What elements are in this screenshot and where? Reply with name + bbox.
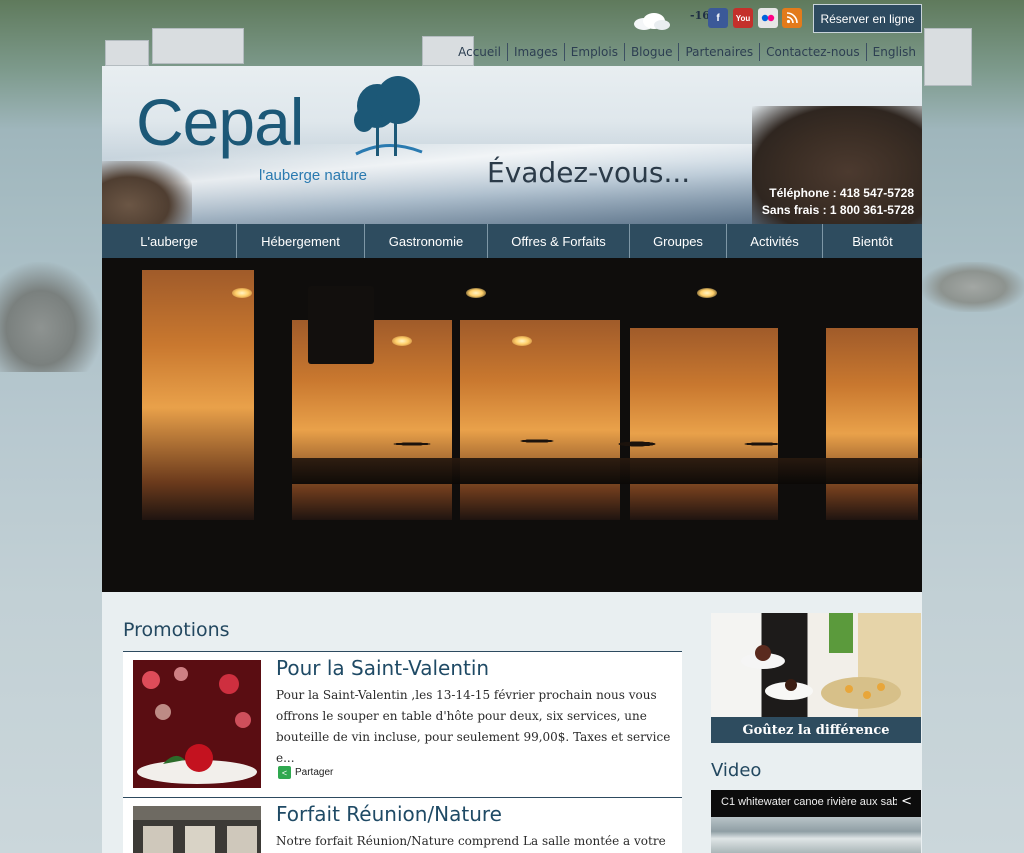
topnav-blogue[interactable]: Blogue — [623, 43, 679, 61]
promo-title[interactable]: Forfait Réunion/Nature — [276, 802, 502, 826]
logo-wordmark[interactable]: Cepal — [136, 84, 304, 160]
nav-activites[interactable]: Activités — [726, 224, 822, 258]
video-heading: Video — [711, 760, 762, 781]
phone-number: Téléphone : 418 547-5728 — [769, 186, 914, 200]
hero-light — [466, 288, 486, 298]
promo-text: Pour la Saint-Valentin ,les 13-14-15 fév… — [276, 688, 671, 765]
banner-rock-left — [102, 161, 192, 224]
hero-light — [512, 336, 532, 346]
header-banner: Cepal l'auberge nature Évadez-vous... Té… — [102, 66, 922, 224]
logo-tagline: l'auberge nature — [259, 167, 367, 184]
hero-light — [392, 336, 412, 346]
video-thumbnail — [711, 817, 921, 853]
nav-offres-forfaits[interactable]: Offres & Forfaits — [487, 224, 629, 258]
nav-auberge[interactable]: L'auberge — [102, 224, 236, 258]
nav-groupes[interactable]: Groupes — [629, 224, 726, 258]
hero-light — [232, 288, 252, 298]
nav-gastronomie[interactable]: Gastronomie — [364, 224, 487, 258]
weather-cloud-icon — [634, 13, 670, 30]
gouter-caption: Goûtez la différence — [711, 717, 921, 743]
promo-text: Notre forfait Réunion/Nature comprend La… — [276, 834, 666, 848]
youtube-icon[interactable]: You — [733, 8, 753, 28]
video-label: C1 whitewater canoe rivière aux sables — [721, 796, 897, 808]
facebook-icon[interactable]: f — [708, 8, 728, 28]
hero-light — [697, 288, 717, 298]
promo-title[interactable]: Pour la Saint-Valentin — [276, 656, 489, 680]
topnav-partenaires[interactable]: Partenaires — [678, 43, 759, 61]
toll-free-number: Sans frais : 1 800 361-5728 — [761, 203, 914, 217]
reserve-online-button[interactable]: Réserver en ligne — [813, 4, 922, 33]
flickr-icon[interactable] — [758, 8, 778, 28]
promo-card: Pour la Saint-Valentin Pour la Saint-Val… — [123, 651, 682, 797]
gouter-photo — [711, 613, 921, 717]
nav-bientot[interactable]: Bientôt — [822, 224, 922, 258]
promotions-heading: Promotions — [123, 619, 230, 641]
main-navigation: L'auberge Hébergement Gastronomie Offres… — [102, 224, 922, 258]
hero-speaker — [308, 286, 374, 364]
topnav-images[interactable]: Images — [506, 43, 564, 61]
hero-window — [142, 270, 254, 520]
topnav-accueil[interactable]: Accueil — [452, 43, 507, 61]
logo-tree-icon — [354, 76, 423, 156]
banner-tagline: Évadez-vous... — [487, 156, 691, 189]
topnav-english[interactable]: English — [865, 43, 922, 61]
background-rocks-right — [922, 262, 1024, 312]
promo-card: Forfait Réunion/Nature Notre forfait Réu… — [123, 797, 682, 853]
gouter-promo[interactable]: Goûtez la différence — [711, 613, 921, 743]
promo-thumbnail[interactable] — [133, 806, 261, 853]
temperature-value: -16 — [690, 9, 710, 22]
share-label: Partager — [295, 767, 334, 778]
hero-slideshow[interactable] — [102, 258, 922, 592]
video-share-icon[interactable]: < — [901, 794, 912, 809]
hero-table — [292, 458, 922, 484]
promo-thumbnail[interactable] — [133, 660, 261, 788]
topnav-emplois[interactable]: Emplois — [563, 43, 624, 61]
top-navigation: Accueil Images Emplois Blogue Partenaire… — [452, 43, 922, 61]
background-rocks-left — [0, 262, 102, 372]
topnav-contact[interactable]: Contactez-nous — [759, 43, 866, 61]
video-player[interactable]: C1 whitewater canoe rivière aux sables < — [711, 790, 921, 853]
share-icon: < — [278, 766, 291, 779]
rss-icon[interactable] — [782, 8, 802, 28]
top-bar: -16 f You Réserver en ligne Accueil Imag… — [0, 0, 1024, 66]
nav-hebergement[interactable]: Hébergement — [236, 224, 364, 258]
share-button[interactable]: < Partager — [278, 766, 333, 779]
contact-phone: Téléphone : 418 547-5728 Sans frais : 1 … — [762, 185, 914, 219]
